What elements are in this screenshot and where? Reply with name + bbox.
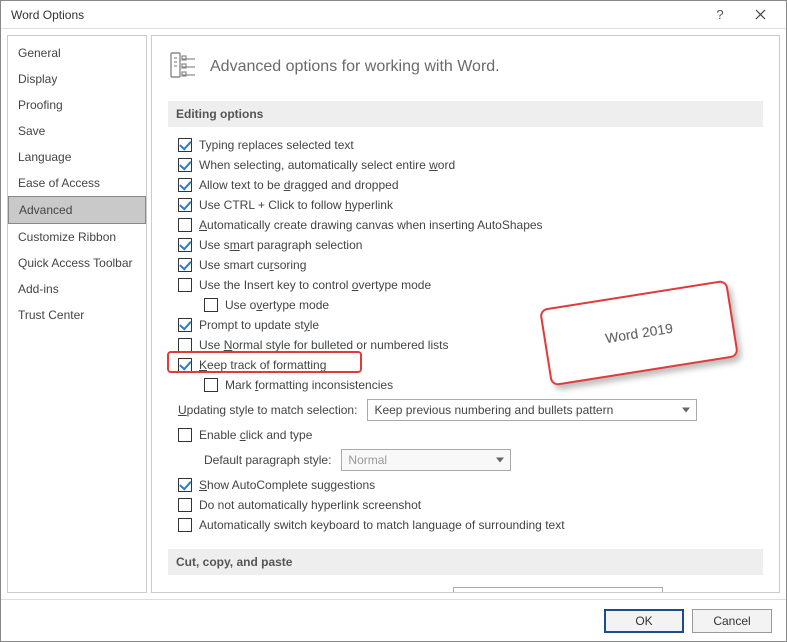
opt-auto-switch-keyboard[interactable]: Automatically switch keyboard to match l… [168,515,763,535]
section-editing-options: Editing options [168,101,763,127]
sidebar-item-general[interactable]: General [8,40,146,66]
titlebar: Word Options ? [1,1,786,29]
updating-style-dropdown[interactable]: Keep previous numbering and bullets patt… [367,399,697,421]
sidebar-item-proofing[interactable]: Proofing [8,92,146,118]
opt-autocomplete[interactable]: Show AutoComplete suggestions [168,475,763,495]
opt-smart-paragraph[interactable]: Use smart paragraph selection [168,235,763,255]
checkbox-icon[interactable] [178,428,192,442]
section-cut-copy-paste: Cut, copy, and paste [168,549,763,575]
row-pasting-within: Pasting within the same document: Keep S… [168,583,763,592]
opt-mark-inconsistencies[interactable]: Mark formatting inconsistencies [168,375,763,395]
opt-smart-cursoring[interactable]: Use smart cursoring [168,255,763,275]
checkbox-icon[interactable] [204,378,218,392]
pasting-within-label: Pasting within the same document: [198,591,443,592]
default-para-label: Default paragraph style: [204,453,331,467]
opt-ctrl-click-hyperlink[interactable]: Use CTRL + Click to follow hyperlink [168,195,763,215]
row-default-paragraph-style: Default paragraph style: Normal [168,445,763,475]
checkbox-icon[interactable] [178,158,192,172]
sidebar-item-customize-ribbon[interactable]: Customize Ribbon [8,224,146,250]
checkbox-icon[interactable] [178,518,192,532]
checkbox-icon[interactable] [178,258,192,272]
checkbox-icon[interactable] [178,478,192,492]
checkbox-icon[interactable] [178,338,192,352]
opt-drag-drop[interactable]: Allow text to be dragged and dropped [168,175,763,195]
checkbox-icon[interactable] [178,278,192,292]
options-icon [168,50,198,83]
opt-no-hyperlink-screenshot[interactable]: Do not automatically hyperlink screensho… [168,495,763,515]
sidebar-item-ease-of-access[interactable]: Ease of Access [8,170,146,196]
help-button[interactable]: ? [700,7,740,22]
row-updating-style: Updating style to match selection: Keep … [168,395,763,425]
category-sidebar: General Display Proofing Save Language E… [7,35,147,593]
sidebar-item-display[interactable]: Display [8,66,146,92]
default-paragraph-style-dropdown[interactable]: Normal [341,449,511,471]
close-button[interactable] [740,9,780,20]
checkbox-icon[interactable] [178,138,192,152]
sidebar-item-language[interactable]: Language [8,144,146,170]
version-stamp-label: Word 2019 [604,320,674,346]
opt-typing-replaces[interactable]: Typing replaces selected text [168,135,763,155]
cancel-button[interactable]: Cancel [692,609,772,633]
highlight-callout [167,351,362,373]
sidebar-item-save[interactable]: Save [8,118,146,144]
sidebar-item-trust-center[interactable]: Trust Center [8,302,146,328]
checkbox-icon[interactable] [178,238,192,252]
checkbox-icon[interactable] [178,218,192,232]
sidebar-item-add-ins[interactable]: Add-ins [8,276,146,302]
checkbox-icon[interactable] [204,298,218,312]
content-pane: Advanced options for working with Word. … [151,35,780,593]
window-title: Word Options [11,8,700,22]
pasting-within-dropdown[interactable]: Keep Source Formatting (Default) [453,587,663,592]
ok-button[interactable]: OK [604,609,684,633]
checkbox-icon[interactable] [178,318,192,332]
checkbox-icon[interactable] [178,498,192,512]
page-subtitle: Advanced options for working with Word. [210,58,500,76]
updating-style-label: Updating style to match selection: [178,403,357,417]
sidebar-item-quick-access-toolbar[interactable]: Quick Access Toolbar [8,250,146,276]
dialog-footer: OK Cancel [1,599,786,641]
opt-select-entire-word[interactable]: When selecting, automatically select ent… [168,155,763,175]
word-options-dialog: Word Options ? General Display Proofing … [0,0,787,642]
checkbox-icon[interactable] [178,198,192,212]
sidebar-item-advanced[interactable]: Advanced [8,196,146,224]
checkbox-icon[interactable] [178,178,192,192]
opt-enable-click-type[interactable]: Enable click and type [168,425,763,445]
opt-auto-canvas[interactable]: Automatically create drawing canvas when… [168,215,763,235]
